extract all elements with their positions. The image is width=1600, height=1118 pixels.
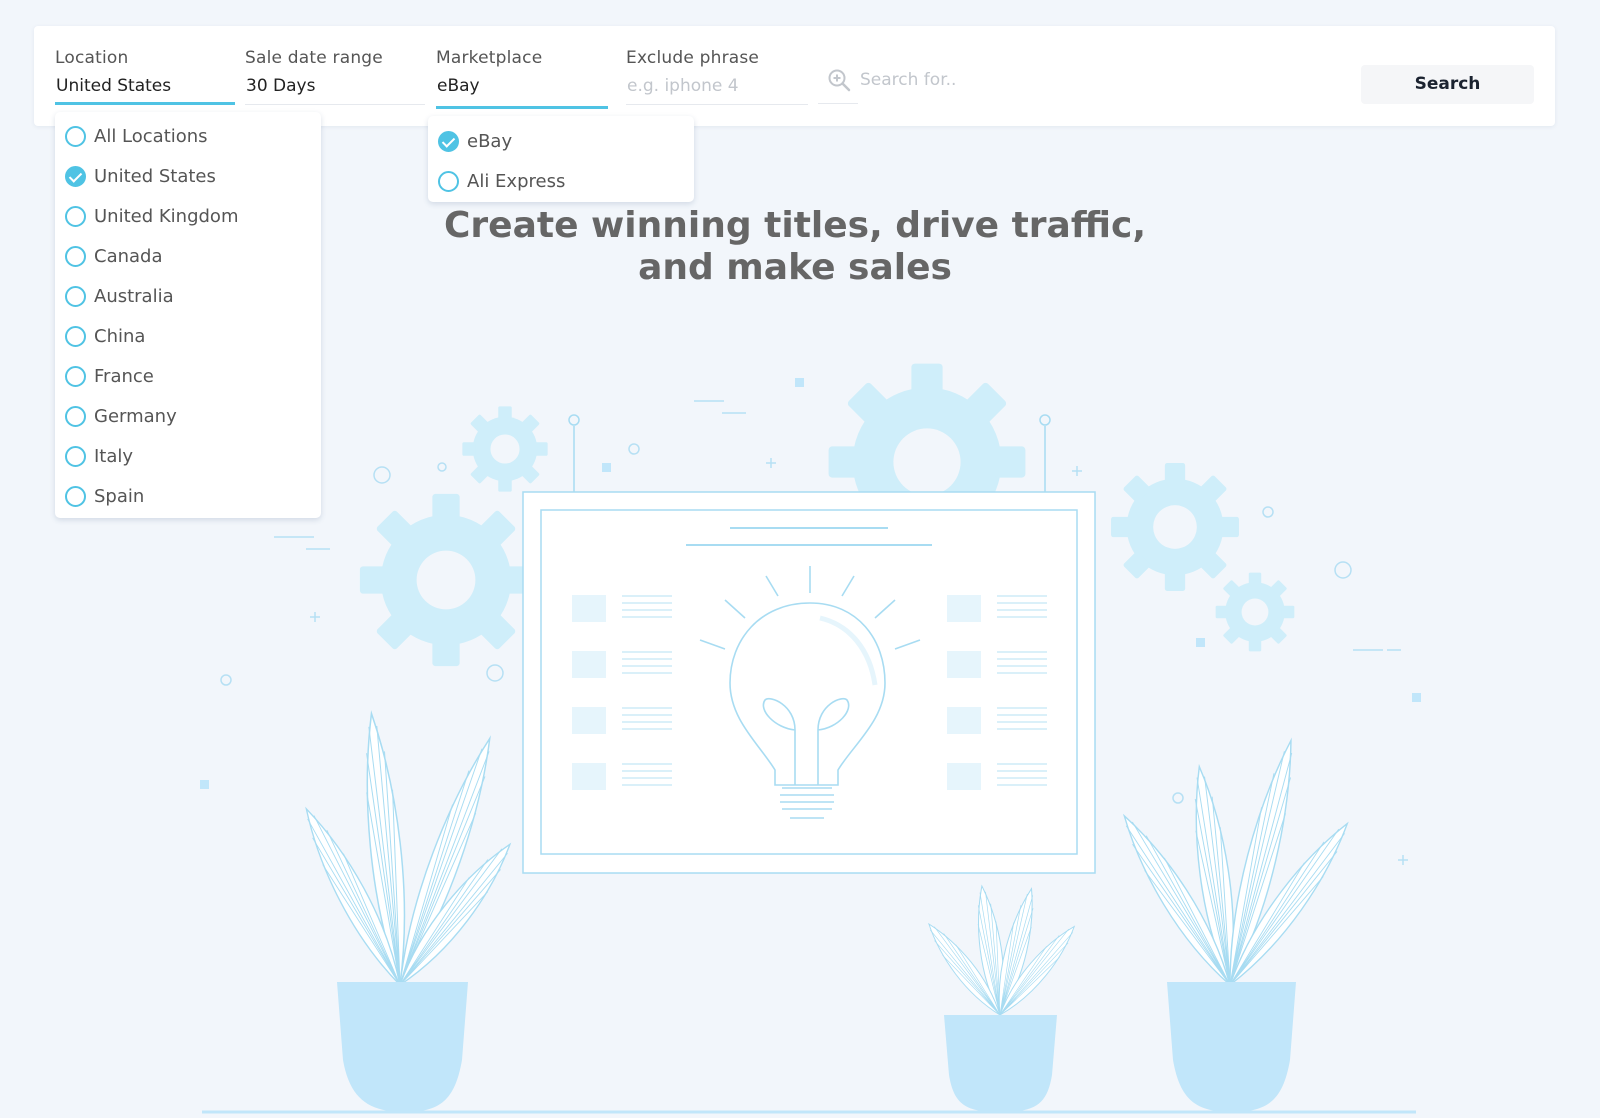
plant-left (293, 710, 522, 1112)
location-option-china[interactable]: China (55, 316, 321, 356)
option-label: China (94, 325, 146, 347)
location-select[interactable]: Location United States (55, 48, 235, 105)
radio-icon[interactable] (438, 170, 459, 192)
option-label: France (94, 365, 154, 387)
checked-radio-icon[interactable] (65, 165, 86, 187)
location-option-germany[interactable]: Germany (55, 396, 321, 436)
radio-icon[interactable] (65, 405, 86, 427)
page: { "search_bar": { "location": { "label":… (0, 0, 1600, 1118)
location-label: Location (55, 48, 129, 68)
gear-icon (462, 406, 548, 492)
radio-icon[interactable] (65, 285, 86, 307)
hero-heading-line-1: Create winning titles, drive traffic, (443, 205, 1147, 246)
sale-date-range-value[interactable]: 30 Days (245, 76, 425, 105)
location-option-australia[interactable]: Australia (55, 276, 321, 316)
search-for-field[interactable] (818, 65, 858, 104)
option-label: Germany (94, 405, 177, 427)
search-button[interactable]: Search (1361, 65, 1534, 104)
marketplace-label: Marketplace (436, 48, 543, 68)
option-label: Australia (94, 285, 174, 307)
location-option-france[interactable]: France (55, 356, 321, 396)
plant-middle (920, 884, 1083, 1112)
radio-icon[interactable] (65, 485, 86, 507)
checked-radio-icon[interactable] (438, 130, 459, 152)
zoom-in-icon (828, 69, 851, 92)
hero-heading: Create winning titles, drive traffic, an… (390, 205, 1200, 289)
radio-icon[interactable] (65, 365, 86, 387)
option-label: Canada (94, 245, 163, 267)
marketplace-dropdown: eBay Ali Express (428, 116, 694, 202)
marketplace-option-ebay[interactable]: eBay (428, 121, 694, 161)
location-option-all-locations[interactable]: All Locations (55, 116, 321, 156)
gear-icon (359, 493, 533, 667)
radio-icon[interactable] (65, 125, 86, 147)
option-label: United Kingdom (94, 205, 239, 227)
search-filter-bar: Location United States Sale date range 3… (34, 26, 1555, 126)
exclude-phrase-field[interactable]: Exclude phrase e.g. iphone 4 (626, 48, 808, 105)
radio-icon[interactable] (65, 205, 86, 227)
marketplace-select[interactable]: Marketplace eBay (436, 48, 608, 109)
location-dropdown: All Locations United States United Kingd… (55, 112, 321, 518)
search-for-input[interactable]: Search for.. (860, 70, 956, 90)
marketplace-value[interactable]: eBay (436, 76, 608, 109)
option-label: Spain (94, 485, 145, 507)
location-option-italy[interactable]: Italy (55, 436, 321, 476)
hero-heading-line-2: and make sales (638, 247, 952, 288)
radio-icon[interactable] (65, 245, 86, 267)
location-value[interactable]: United States (55, 76, 235, 105)
option-label: All Locations (94, 125, 208, 147)
option-label: eBay (467, 130, 513, 152)
exclude-phrase-input[interactable]: e.g. iphone 4 (626, 76, 808, 105)
option-label: United States (94, 165, 216, 187)
option-label: Ali Express (467, 170, 566, 192)
location-option-united-states[interactable]: United States (55, 156, 321, 196)
location-option-canada[interactable]: Canada (55, 236, 321, 276)
option-label: Italy (94, 445, 134, 467)
sale-date-range-select[interactable]: Sale date range 30 Days (245, 48, 425, 105)
gear-icon (1111, 463, 1239, 591)
gear-icon (1215, 572, 1295, 652)
exclude-phrase-label: Exclude phrase (626, 48, 760, 68)
marketplace-option-ali-express[interactable]: Ali Express (428, 161, 694, 201)
sale-date-range-label: Sale date range (245, 48, 383, 68)
location-option-spain[interactable]: Spain (55, 476, 321, 516)
radio-icon[interactable] (65, 325, 86, 347)
plant-right (1112, 736, 1359, 1112)
location-option-united-kingdom[interactable]: United Kingdom (55, 196, 321, 236)
radio-icon[interactable] (65, 445, 86, 467)
